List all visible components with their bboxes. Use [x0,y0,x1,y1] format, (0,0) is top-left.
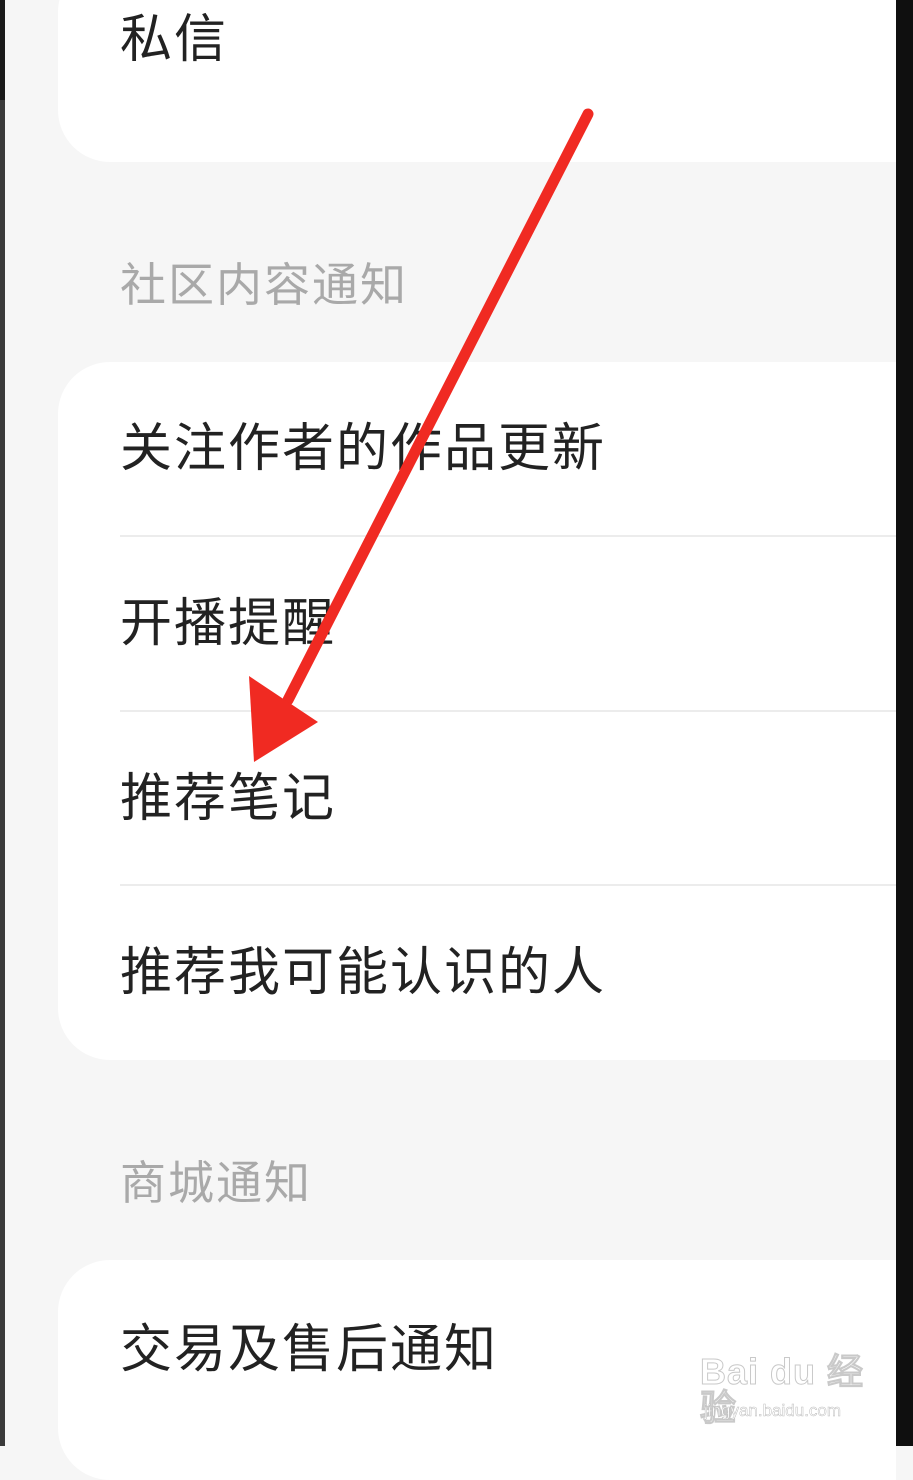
settings-row-live-reminder[interactable]: 开播提醒 [120,537,896,711]
baidu-jingyan-watermark: Bai du 经验 jingyan.baidu.com [700,1348,870,1428]
settings-row-recommended-notes[interactable]: 推荐笔记 [120,712,896,886]
community-notifications-card: 关注作者的作品更新 开播提醒 推荐笔记 推荐我可能认识的人 [58,362,896,1060]
left-edge-strip [0,0,5,1446]
settings-row-people-you-may-know[interactable]: 推荐我可能认识的人 [120,886,896,1060]
left-edge-strip-top [0,0,5,100]
notification-settings-page: 私信 社区内容通知 关注作者的作品更新 开播提醒 推荐笔记 推荐我可能认识的人 … [0,0,913,1480]
watermark-url: jingyan.baidu.com [704,1401,842,1420]
settings-row-label: 推荐笔记 [120,769,337,829]
section-header-mall: 商城通知 [120,1156,312,1210]
right-edge-strip [896,0,913,1446]
settings-row-label: 交易及售后通知 [120,1320,499,1380]
settings-row-followed-author-updates[interactable]: 关注作者的作品更新 [120,362,896,536]
direct-messages-card: 私信 [58,0,896,162]
settings-row-label: 私信 [120,10,229,70]
settings-row-label: 推荐我可能认识的人 [120,943,607,1003]
settings-row-label: 关注作者的作品更新 [120,419,607,479]
section-header-community: 社区内容通知 [120,258,408,312]
settings-row-direct-messages[interactable]: 私信 [120,0,896,80]
settings-row-label: 开播提醒 [120,594,337,654]
